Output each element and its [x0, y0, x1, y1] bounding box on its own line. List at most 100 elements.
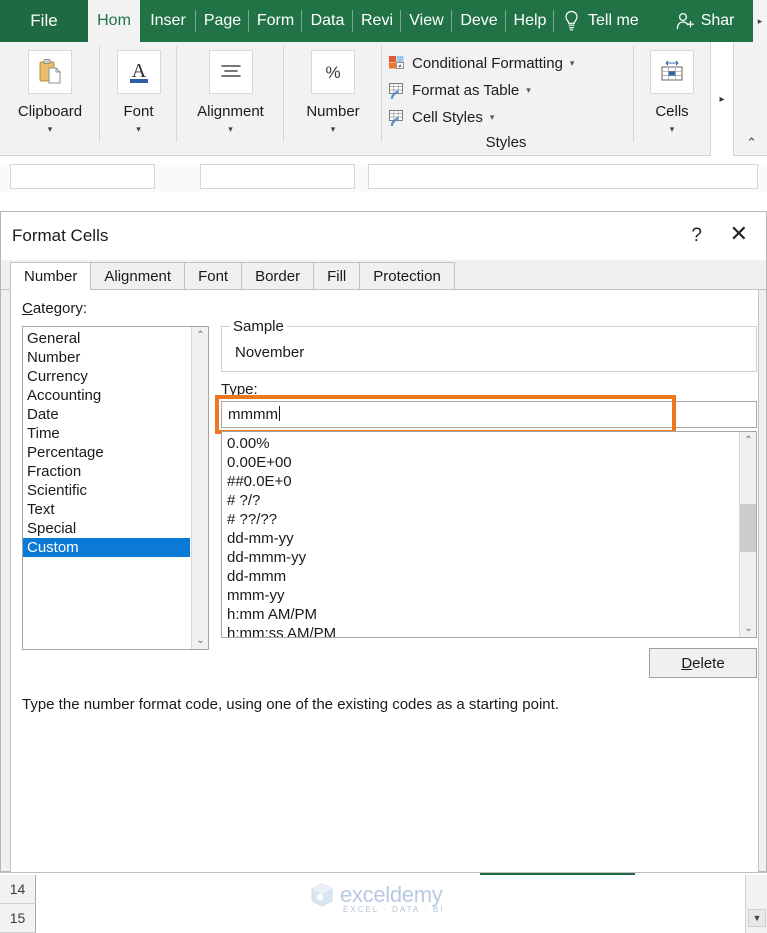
- alignment-group-caret[interactable]: ▾: [228, 125, 233, 134]
- tab-font[interactable]: Font: [184, 262, 242, 290]
- tab-formulas[interactable]: Form: [249, 0, 302, 42]
- collapse-ribbon-button[interactable]: ⌃: [746, 135, 757, 151]
- ribbon-group-alignment[interactable]: Alignment ▾: [177, 42, 284, 156]
- tab-home[interactable]: Hom: [88, 0, 140, 42]
- type-item-sci-1[interactable]: ##0.0E+0: [222, 472, 738, 491]
- number-format-button[interactable]: %: [311, 50, 355, 94]
- tab-fill[interactable]: Fill: [313, 262, 360, 290]
- ribbon-group-overflow-arrow: ▸: [719, 93, 725, 105]
- type-item-h-mm-ampm[interactable]: h:mm AM/PM: [222, 605, 738, 624]
- type-listbox[interactable]: 0.00% 0.00E+00 ##0.0E+0 # ?/? # ??/?? dd…: [221, 431, 757, 638]
- tell-me-box[interactable]: Tell me: [554, 0, 649, 42]
- ribbon-tab-bar: File Hom Inser Page Form Data Revi View …: [0, 0, 767, 42]
- lightbulb-icon: [565, 10, 578, 31]
- tab-page-layout-label: Page: [203, 12, 242, 29]
- function-box[interactable]: [200, 164, 355, 189]
- cells-group-caret[interactable]: ▾: [670, 125, 675, 134]
- type-item-fraction-2[interactable]: # ??/??: [222, 510, 738, 529]
- tab-home-label: Hom: [97, 12, 131, 29]
- type-item-fraction-1[interactable]: # ?/?: [222, 491, 738, 510]
- svg-text:A: A: [131, 60, 146, 82]
- category-item-custom[interactable]: Custom: [23, 538, 190, 557]
- tab-view[interactable]: View: [401, 0, 452, 42]
- type-item-dd-mmm[interactable]: dd-mmm: [222, 567, 738, 586]
- category-scrollbar[interactable]: ⌃ ⌄: [191, 327, 208, 649]
- cell-styles-caret[interactable]: ▾: [490, 112, 495, 123]
- clipboard-group-caret[interactable]: ▾: [48, 125, 53, 134]
- tab-page-layout[interactable]: Page: [196, 0, 249, 42]
- tab-border[interactable]: Border: [241, 262, 314, 290]
- dialog-tabs: Number Alignment Font Border Fill Protec…: [10, 262, 455, 290]
- conditional-formatting-button[interactable]: ≠ Conditional Formatting ▾: [382, 50, 630, 77]
- close-icon[interactable]: ✕: [730, 223, 748, 245]
- tab-help[interactable]: Help: [506, 0, 554, 42]
- font-group-caret[interactable]: ▾: [136, 125, 141, 134]
- tab-review[interactable]: Revi: [353, 0, 401, 42]
- type-item-sci-2[interactable]: 0.00E+00: [222, 453, 738, 472]
- format-as-table-caret[interactable]: ▾: [526, 85, 531, 96]
- cells-icon: [661, 60, 683, 81]
- category-item-special[interactable]: Special: [23, 519, 190, 538]
- ribbon-group-number[interactable]: % Number ▾: [284, 42, 382, 156]
- tab-number[interactable]: Number: [10, 262, 91, 290]
- type-scrollbar[interactable]: ⌃ ⌄: [739, 432, 756, 637]
- category-item-number[interactable]: Number: [23, 348, 190, 367]
- type-item-dd-mmm-yy[interactable]: dd-mmm-yy: [222, 548, 738, 567]
- tab-view-label: View: [409, 12, 444, 29]
- conditional-formatting-label: Conditional Formatting: [412, 55, 563, 72]
- ribbon-group-overflow-button[interactable]: ▸: [710, 42, 734, 156]
- ribbon-group-clipboard[interactable]: Clipboard ▾: [0, 42, 100, 156]
- vertical-scrollbar[interactable]: ▼: [745, 875, 767, 933]
- tab-data[interactable]: Data: [302, 0, 353, 42]
- type-input[interactable]: mmmm: [221, 401, 757, 428]
- type-scroll-down-arrow[interactable]: ⌄: [740, 620, 756, 637]
- category-item-text[interactable]: Text: [23, 500, 190, 519]
- type-scroll-up-arrow[interactable]: ⌃: [740, 432, 756, 449]
- name-box[interactable]: [10, 164, 155, 189]
- ribbon-overflow-button[interactable]: ▸: [753, 0, 767, 42]
- watermark-tagline: EXCEL · DATA · BI: [343, 905, 445, 914]
- svg-text:%: %: [325, 63, 340, 82]
- clipboard-button[interactable]: [28, 50, 72, 94]
- row-header-15[interactable]: 15: [0, 904, 36, 933]
- exceldemy-logo-icon: [311, 883, 333, 907]
- cells-button[interactable]: [650, 50, 694, 94]
- category-item-percentage[interactable]: Percentage: [23, 443, 190, 462]
- alignment-icon: [220, 65, 241, 77]
- category-item-scientific[interactable]: Scientific: [23, 481, 190, 500]
- type-item-mmm-yy[interactable]: mmm-yy: [222, 586, 738, 605]
- tab-insert[interactable]: Inser: [140, 0, 196, 42]
- number-group-caret[interactable]: ▾: [331, 125, 336, 134]
- format-as-table-button[interactable]: Format as Table ▾: [382, 77, 630, 104]
- conditional-formatting-caret[interactable]: ▾: [570, 58, 575, 69]
- ribbon-group-font[interactable]: A Font ▾: [100, 42, 177, 156]
- tab-file[interactable]: File: [0, 0, 88, 42]
- formula-input[interactable]: [368, 164, 758, 189]
- category-listbox[interactable]: General Number Currency Accounting Date …: [22, 326, 209, 650]
- category-item-fraction[interactable]: Fraction: [23, 462, 190, 481]
- category-item-general[interactable]: General: [23, 329, 190, 348]
- row-header-14[interactable]: 14: [0, 875, 36, 904]
- delete-button[interactable]: Delete: [649, 648, 757, 678]
- type-scrollbar-thumb[interactable]: [740, 504, 756, 552]
- dialog-title-bar: Format Cells ? ✕: [1, 212, 766, 260]
- category-item-accounting[interactable]: Accounting: [23, 386, 190, 405]
- alignment-button[interactable]: [208, 50, 253, 94]
- category-scroll-up-arrow[interactable]: ⌃: [192, 327, 208, 344]
- type-item-dd-mm-yy[interactable]: dd-mm-yy: [222, 529, 738, 548]
- font-button[interactable]: A: [116, 50, 161, 94]
- category-scroll-down-arrow[interactable]: ⌄: [192, 632, 208, 649]
- tab-alignment[interactable]: Alignment: [90, 262, 185, 290]
- scroll-down-button[interactable]: ▼: [748, 909, 766, 927]
- type-item-h-mm-ss-ampm[interactable]: h:mm:ss AM/PM: [222, 624, 738, 637]
- tab-developer[interactable]: Deve: [452, 0, 506, 42]
- category-item-currency[interactable]: Currency: [23, 367, 190, 386]
- help-icon[interactable]: ?: [691, 225, 702, 247]
- type-item-percent[interactable]: 0.00%: [222, 434, 738, 453]
- cell-styles-button[interactable]: Cell Styles ▾: [382, 104, 630, 131]
- ribbon-tabs: Hom Inser Page Form Data Revi View Deve …: [88, 0, 734, 42]
- category-item-time[interactable]: Time: [23, 424, 190, 443]
- tab-protection[interactable]: Protection: [359, 262, 455, 290]
- category-item-date[interactable]: Date: [23, 405, 190, 424]
- share-button[interactable]: Shar: [649, 0, 734, 42]
